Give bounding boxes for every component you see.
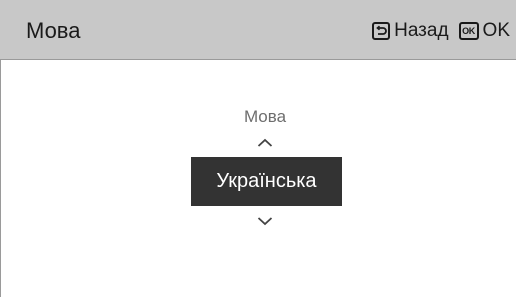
chevron-up-icon[interactable] bbox=[257, 136, 273, 148]
ok-button[interactable]: OK OK bbox=[458, 20, 510, 42]
back-button[interactable]: Назад bbox=[372, 20, 449, 42]
back-icon bbox=[372, 22, 391, 40]
page-title: Мова bbox=[26, 18, 81, 43]
back-arrow-icon bbox=[376, 25, 387, 35]
ok-label: OK bbox=[482, 20, 510, 41]
language-picker: Мова Українська bbox=[0, 60, 516, 297]
selected-language[interactable]: Українська bbox=[191, 157, 342, 206]
header-actions: Назад OK OK bbox=[372, 18, 510, 44]
ok-key-icon: OK bbox=[458, 22, 479, 40]
back-label: Назад bbox=[394, 20, 449, 41]
chevron-down-icon[interactable] bbox=[257, 214, 273, 226]
picker-label: Мова bbox=[243, 107, 287, 126]
header-bar: Мова Назад OK OK bbox=[0, 0, 516, 60]
language-screen: Мова Назад OK OK Мова Українська bbox=[0, 0, 516, 297]
